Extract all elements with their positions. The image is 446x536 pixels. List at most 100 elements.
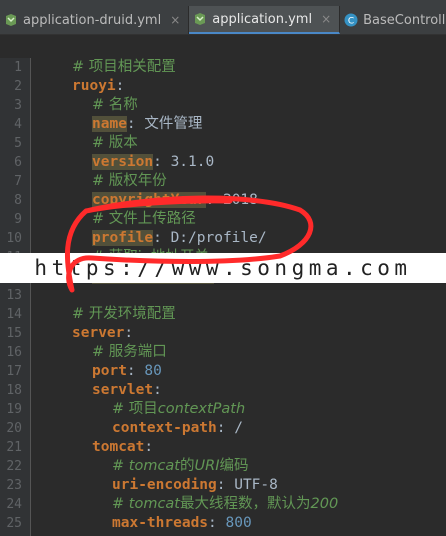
code-text: # 版权年份 xyxy=(92,172,167,191)
code-line[interactable]: 23 uri-encoding: UTF-8 xyxy=(0,476,446,495)
close-tab-icon[interactable]: × xyxy=(170,13,180,27)
line-number: 25 xyxy=(6,516,22,531)
key-token: copyrightYear xyxy=(92,192,206,208)
comment-token: # 项目相关配置 xyxy=(72,59,176,75)
tab-application-yml[interactable]: application.yml × xyxy=(189,6,341,34)
java-class-icon: C xyxy=(344,13,358,27)
code-line[interactable]: 5 # 版本 xyxy=(0,134,446,153)
value-token: : xyxy=(208,515,226,531)
code-line[interactable]: 19 # 项目contextPath xyxy=(0,400,446,419)
comment-token: # 版权年份 xyxy=(92,173,167,189)
value-token: 2018 xyxy=(222,192,258,208)
code-text: # 项目contextPath xyxy=(112,400,245,419)
value-token: 80 xyxy=(144,363,162,379)
comment-token: 的 xyxy=(180,458,195,474)
code-line[interactable]: 25 max-threads: 800 xyxy=(0,514,446,533)
comment-token: # 项目 xyxy=(112,401,158,417)
code-text: # 开发环境配置 xyxy=(72,305,176,324)
code-line[interactable]: 4 name: 文件管理 xyxy=(0,115,446,134)
tab-basecontroller-java[interactable]: C BaseController.java xyxy=(340,6,446,34)
yaml-file-icon xyxy=(193,12,207,26)
code-text: max-threads: 800 xyxy=(112,514,252,533)
code-line[interactable]: 22 # tomcat的URI编码 xyxy=(0,457,446,476)
tab-application-druid-yml[interactable]: application-druid.yml × xyxy=(0,6,190,34)
comment-token: # 开发环境配置 xyxy=(72,306,176,322)
value-token: : xyxy=(205,192,223,208)
code-line[interactable]: 13 xyxy=(0,286,446,305)
code-line[interactable]: 15 server: xyxy=(0,324,446,343)
code-line[interactable]: 1 # 项目相关配置 xyxy=(0,58,446,77)
code-line[interactable]: 8 copyrightYear: 2018 xyxy=(0,191,446,210)
code-editor[interactable]: 1 # 项目相关配置 2 ruoyi: 3 # 名称 4 name: 文件管理 5 # 版本 6 ve… xyxy=(0,58,446,536)
code-line[interactable]: 14 # 开发环境配置 xyxy=(0,305,446,324)
tab-label: BaseController.java xyxy=(363,12,446,28)
code-line[interactable]: 20 context-path: / xyxy=(0,419,446,438)
comment-token: tomcat xyxy=(128,496,180,512)
line-number: 6 xyxy=(14,155,22,170)
comment-token: 200 xyxy=(310,496,339,512)
code-line[interactable]: 2 ruoyi: xyxy=(0,77,446,96)
code-text: server: xyxy=(72,324,133,343)
comment-token: # xyxy=(112,496,129,512)
key-token: ruoyi xyxy=(72,78,116,94)
code-text: version: 3.1.0 xyxy=(92,153,214,172)
key-token: name xyxy=(92,116,127,132)
value-token: : 文件管理 xyxy=(126,116,203,132)
value-token: 800 xyxy=(225,515,252,531)
value-token: : xyxy=(126,363,145,379)
code-text: profile: D:/profile/ xyxy=(92,229,267,248)
code-line[interactable]: 10 profile: D:/profile/ xyxy=(0,229,446,248)
code-text: port: 80 xyxy=(92,362,162,381)
code-line[interactable]: 21 tomcat: xyxy=(0,438,446,457)
line-number: 14 xyxy=(6,307,22,322)
value-token: : xyxy=(115,78,125,94)
value-token: : / xyxy=(216,420,243,436)
comment-token: # 版本 xyxy=(92,135,138,151)
code-text: servlet: xyxy=(92,381,162,400)
code-line[interactable]: 3 # 名称 xyxy=(0,96,446,115)
key-token: port xyxy=(92,363,127,379)
line-number: 10 xyxy=(6,231,22,246)
line-number: 19 xyxy=(6,402,22,417)
code-line[interactable]: 18 servlet: xyxy=(0,381,446,400)
line-number: 9 xyxy=(14,212,22,227)
line-number: 7 xyxy=(14,174,22,189)
line-number: 24 xyxy=(6,497,22,512)
value-token: : D:/profile/ xyxy=(153,230,267,246)
line-number: 17 xyxy=(6,364,22,379)
code-line[interactable]: 16 # 服务端口 xyxy=(0,343,446,362)
code-line[interactable]: 24 # tomcat最大线程数，默认为200 xyxy=(0,495,446,514)
key-token: max-threads xyxy=(112,515,209,531)
svg-text:C: C xyxy=(348,17,354,27)
comment-token: contextPath xyxy=(157,401,246,417)
code-text: # tomcat最大线程数，默认为200 xyxy=(112,495,338,514)
key-token: context-path xyxy=(112,420,217,436)
line-number: 16 xyxy=(6,345,22,360)
key-token: uri-encoding xyxy=(112,477,217,493)
code-line[interactable]: 9 # 文件上传路径 xyxy=(0,210,446,229)
value-token: : xyxy=(153,382,162,398)
code-text: copyrightYear: 2018 xyxy=(92,191,258,210)
value-token: : UTF-8 xyxy=(216,477,278,493)
code-text: # 版本 xyxy=(92,134,138,153)
code-line[interactable]: 6 version: 3.1.0 xyxy=(0,153,446,172)
yaml-file-icon xyxy=(4,13,18,27)
comment-token: # 文件上传路径 xyxy=(92,211,196,227)
tab-label: application-druid.yml xyxy=(23,12,162,28)
comment-token: 最大线程数，默认为 xyxy=(180,496,311,512)
line-number: 3 xyxy=(14,98,22,113)
value-token: : xyxy=(124,325,134,341)
tab-label: application.yml xyxy=(212,11,313,27)
watermark-banner: https://www.songma.com xyxy=(0,253,446,283)
comment-token: 编码 xyxy=(219,458,249,474)
code-text: uri-encoding: UTF-8 xyxy=(112,476,278,495)
key-token: tomcat xyxy=(92,439,145,455)
code-text: tomcat: xyxy=(92,438,153,457)
comment-token: URI xyxy=(194,458,220,474)
line-number: 8 xyxy=(14,193,22,208)
close-tab-icon[interactable]: × xyxy=(321,12,331,26)
code-text: # 服务端口 xyxy=(92,343,167,362)
code-line[interactable]: 17 port: 80 xyxy=(0,362,446,381)
line-number: 23 xyxy=(6,478,22,493)
code-line[interactable]: 7 # 版权年份 xyxy=(0,172,446,191)
